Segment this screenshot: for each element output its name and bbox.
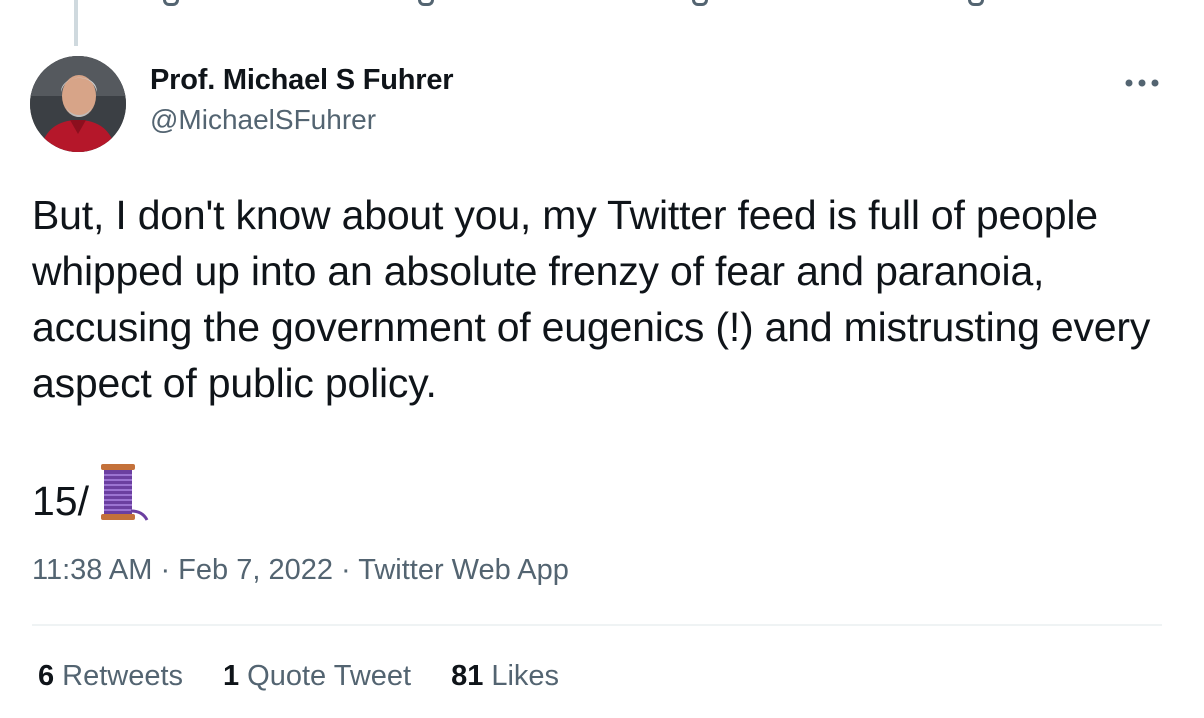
quotes-count: 1 <box>223 660 240 692</box>
likes-count: 81 <box>451 660 484 692</box>
thread-counter: 15/ <box>32 464 149 536</box>
reply-icon[interactable] <box>163 0 179 6</box>
meta-separator: · <box>332 554 359 586</box>
retweet-icon[interactable] <box>418 0 434 6</box>
author-handle[interactable]: @MichaelSFuhrer <box>150 104 376 136</box>
quotes-label: Quote Tweet <box>247 660 412 692</box>
tweet-source[interactable]: Twitter Web App <box>358 554 569 586</box>
tweet-meta: 11:38 AM · Feb 7, 2022 · Twitter Web App <box>32 554 569 587</box>
meta-separator: · <box>152 554 179 586</box>
tweet-date[interactable]: Feb 7, 2022 <box>178 554 333 586</box>
thread-counter-text: 15/ <box>32 478 89 524</box>
engagement-stats: 6 Retweets 1 Quote Tweet 81 Likes <box>38 660 599 693</box>
tweet-time[interactable]: 11:38 AM <box>32 554 152 586</box>
thread-connector-line <box>74 0 78 46</box>
divider <box>32 624 1162 626</box>
like-icon[interactable] <box>692 0 708 6</box>
retweets-count: 6 <box>38 660 55 692</box>
more-options-button[interactable] <box>1122 68 1162 98</box>
avatar-image <box>30 56 126 152</box>
share-icon[interactable] <box>968 0 984 6</box>
avatar[interactable] <box>30 56 126 152</box>
quote-tweets-stat[interactable]: 1 Quote Tweet <box>223 660 411 693</box>
more-dots-icon <box>1125 79 1159 87</box>
retweets-stat[interactable]: 6 Retweets <box>38 660 183 693</box>
retweets-label: Retweets <box>62 660 184 692</box>
spool-of-thread-icon <box>91 464 149 536</box>
author-name[interactable]: Prof. Michael S Fuhrer <box>150 64 454 97</box>
tweet-text: But, I don't know about you, my Twitter … <box>32 192 1151 406</box>
likes-label: Likes <box>491 660 560 692</box>
previous-tweet-action-bar <box>0 0 1204 10</box>
likes-stat[interactable]: 81 Likes <box>451 660 559 693</box>
